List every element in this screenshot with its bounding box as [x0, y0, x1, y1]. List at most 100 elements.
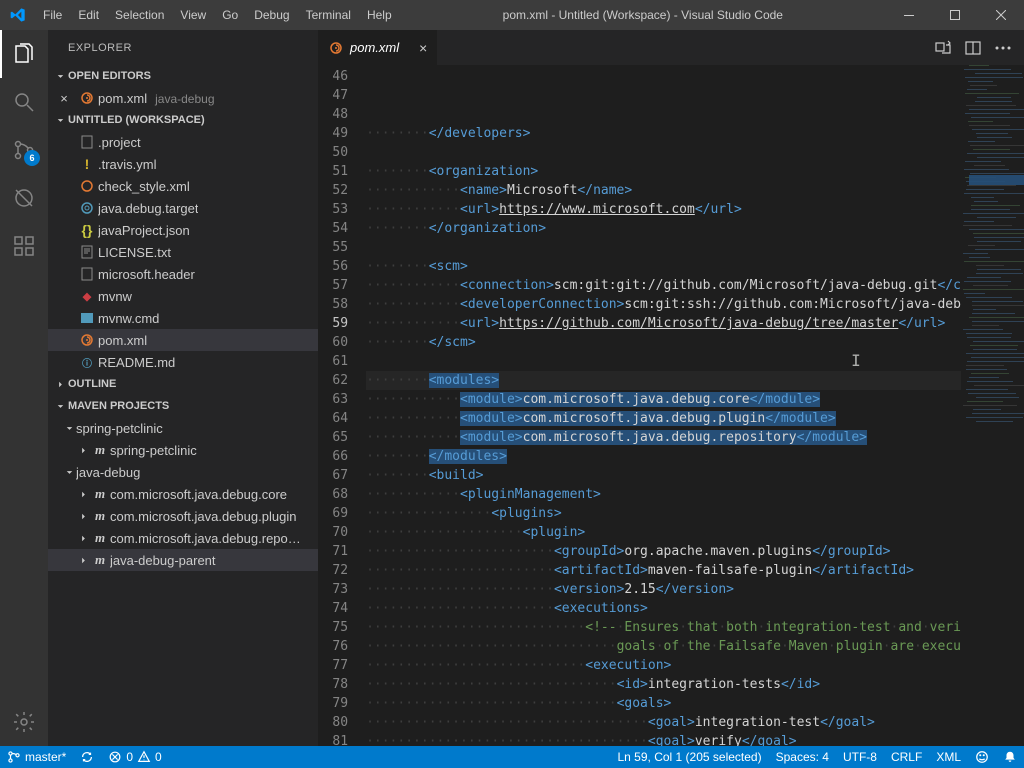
status-problems[interactable]: 0 0 — [101, 746, 168, 768]
vscode-icon — [0, 7, 35, 23]
file-icon — [76, 244, 98, 260]
minimize-button[interactable] — [886, 0, 932, 30]
status-language[interactable]: XML — [929, 746, 968, 768]
activity-search-icon[interactable] — [0, 78, 48, 126]
file-label: microsoft.header — [98, 267, 195, 282]
menu-edit[interactable]: Edit — [70, 0, 107, 30]
file-item[interactable]: LICENSE.txt — [48, 241, 318, 263]
status-sync[interactable] — [73, 746, 101, 768]
status-bell-icon[interactable] — [996, 746, 1024, 768]
file-icon: {} — [76, 222, 98, 238]
file-item[interactable]: ⓘREADME.md — [48, 351, 318, 373]
maven-label: MAVEN PROJECTS — [68, 400, 169, 412]
menu-go[interactable]: Go — [214, 0, 246, 30]
xml-file-icon — [76, 90, 98, 106]
file-icon — [76, 332, 98, 348]
outline-label: OUTLINE — [68, 378, 116, 390]
sidebar-title: EXPLORER — [48, 30, 318, 65]
maven-module[interactable]: m com.microsoft.java.debug.repo… — [48, 527, 318, 549]
open-editor-item[interactable]: × pom.xml java-debug — [48, 87, 318, 109]
more-actions-icon[interactable] — [992, 37, 1014, 59]
menu-terminal[interactable]: Terminal — [298, 0, 359, 30]
editor-tab[interactable]: pom.xml × — [318, 30, 438, 65]
file-label: LICENSE.txt — [98, 245, 171, 260]
status-feedback-icon[interactable] — [968, 746, 996, 768]
maven-icon: m — [90, 486, 110, 502]
file-item[interactable]: ◆mvnw — [48, 285, 318, 307]
status-bar: master* 0 0 Ln 59, Col 1 (205 selected) … — [0, 746, 1024, 768]
file-label: mvnw.cmd — [98, 311, 159, 326]
activity-debug-icon[interactable] — [0, 174, 48, 222]
window-title: pom.xml - Untitled (Workspace) - Visual … — [400, 8, 886, 22]
file-item[interactable]: microsoft.header — [48, 263, 318, 285]
tab-label: pom.xml — [350, 40, 411, 55]
status-indentation[interactable]: Spaces: 4 — [769, 746, 836, 768]
file-label: .project — [98, 135, 141, 150]
maven-module[interactable]: m java-debug-parent — [48, 549, 318, 571]
status-encoding[interactable]: UTF-8 — [836, 746, 884, 768]
file-icon — [76, 178, 98, 194]
compare-changes-icon[interactable] — [932, 37, 954, 59]
file-item[interactable]: java.debug.target — [48, 197, 318, 219]
close-button[interactable] — [978, 0, 1024, 30]
file-icon — [76, 266, 98, 282]
file-label: README.md — [98, 355, 175, 370]
file-item[interactable]: mvnw.cmd — [48, 307, 318, 329]
scm-badge: 6 — [24, 150, 40, 166]
menu-debug[interactable]: Debug — [246, 0, 297, 30]
file-icon: ⓘ — [76, 355, 98, 370]
minimap[interactable] — [961, 65, 1024, 746]
file-item[interactable]: .project — [48, 131, 318, 153]
maven-icon: m — [90, 530, 110, 546]
open-editor-path: java-debug — [155, 92, 214, 106]
file-icon — [76, 310, 98, 326]
outline-header[interactable]: OUTLINE — [48, 373, 318, 395]
file-label: java.debug.target — [98, 201, 198, 216]
maven-icon: m — [90, 442, 110, 458]
editor-area: pom.xml × 464748495051525354555657585960… — [318, 30, 1024, 746]
open-editor-filename: pom.xml — [98, 91, 147, 106]
maven-module[interactable]: m com.microsoft.java.debug.core — [48, 483, 318, 505]
file-label: javaProject.json — [98, 223, 190, 238]
file-item[interactable]: pom.xml — [48, 329, 318, 351]
split-editor-icon[interactable] — [962, 37, 984, 59]
maven-header[interactable]: MAVEN PROJECTS — [48, 395, 318, 417]
open-editors-label: OPEN EDITORS — [68, 70, 151, 82]
workspace-label: UNTITLED (WORKSPACE) — [68, 114, 205, 126]
file-tree: .project !.travis.yml check_style.xml java.… — [48, 131, 318, 373]
menu-view[interactable]: View — [172, 0, 214, 30]
menu-file[interactable]: File — [35, 0, 70, 30]
editor-body[interactable]: 4647484950515253545556575859606162636465… — [318, 65, 1024, 746]
open-editors-header[interactable]: OPEN EDITORS — [48, 65, 318, 87]
status-cursor-position[interactable]: Ln 59, Col 1 (205 selected) — [611, 746, 769, 768]
status-branch[interactable]: master* — [0, 746, 73, 768]
menu-bar: File Edit Selection View Go Debug Termin… — [35, 0, 400, 30]
maven-module[interactable]: m com.microsoft.java.debug.plugin — [48, 505, 318, 527]
status-eol[interactable]: CRLF — [884, 746, 929, 768]
activity-scm-icon[interactable]: 6 — [0, 126, 48, 174]
maven-icon: m — [90, 552, 110, 568]
maven-project[interactable]: spring-petclinic — [48, 417, 318, 439]
code-content[interactable]: I ········</developers>········<organiza… — [366, 65, 961, 746]
maven-module[interactable]: m spring-petclinic — [48, 439, 318, 461]
maximize-button[interactable] — [932, 0, 978, 30]
workspace-header[interactable]: UNTITLED (WORKSPACE) — [48, 109, 318, 131]
menu-selection[interactable]: Selection — [107, 0, 172, 30]
file-item[interactable]: {}javaProject.json — [48, 219, 318, 241]
maven-project[interactable]: java-debug — [48, 461, 318, 483]
activity-explorer-icon[interactable] — [0, 30, 48, 78]
menu-help[interactable]: Help — [359, 0, 400, 30]
file-label: check_style.xml — [98, 179, 190, 194]
title-bar: File Edit Selection View Go Debug Termin… — [0, 0, 1024, 30]
file-icon — [76, 200, 98, 216]
file-item[interactable]: check_style.xml — [48, 175, 318, 197]
activity-extensions-icon[interactable] — [0, 222, 48, 270]
activity-settings-icon[interactable] — [0, 698, 48, 746]
file-item[interactable]: !.travis.yml — [48, 153, 318, 175]
file-label: .travis.yml — [98, 157, 157, 172]
tab-close-icon[interactable]: × — [419, 40, 427, 56]
xml-file-icon — [328, 40, 344, 56]
close-icon[interactable]: × — [56, 91, 72, 106]
file-icon — [76, 134, 98, 150]
file-label: mvnw — [98, 289, 132, 304]
